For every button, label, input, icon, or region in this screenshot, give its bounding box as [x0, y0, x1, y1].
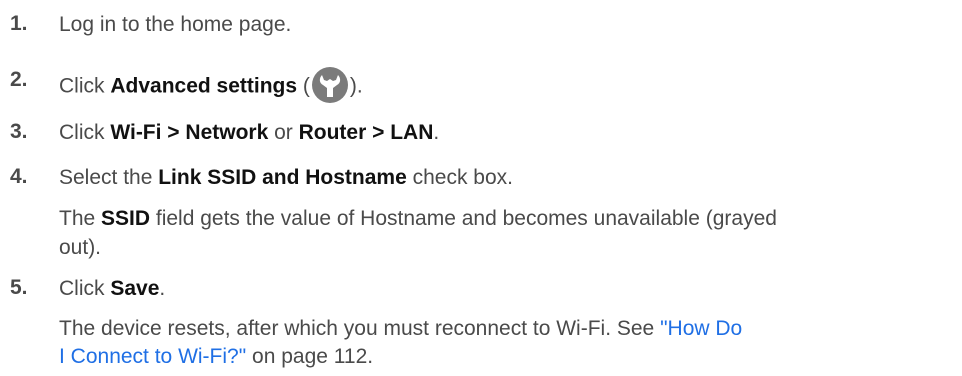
step-text: Select the Link SSID and Hostname check …: [59, 166, 514, 189]
cross-reference-link-continued[interactable]: I Connect to Wi-Fi?": [59, 345, 246, 368]
ui-term-ssid: SSID: [101, 207, 151, 230]
step-note: The device resets, after which you must …: [59, 317, 743, 340]
wrench-icon: [311, 66, 349, 104]
step-text: Click Advanced settings ( ).: [59, 66, 363, 106]
ui-term-router-lan: Router > LAN: [298, 121, 434, 144]
cross-reference-link[interactable]: "How Do: [660, 317, 742, 340]
ui-term-save: Save: [110, 277, 160, 300]
ui-term-advanced-settings: Advanced settings: [110, 74, 298, 98]
step-note-continued: out).: [59, 236, 102, 259]
step-number: 3.: [10, 120, 28, 143]
step-number: 4.: [10, 165, 28, 188]
step-number: 2.: [10, 68, 28, 91]
step-number: 1.: [10, 12, 28, 35]
step-text: Click Wi-Fi > Network or Router > LAN.: [59, 121, 440, 144]
step-number: 5.: [10, 276, 28, 299]
step-text: Log in to the home page.: [59, 13, 292, 36]
ui-term-wifi-network: Wi-Fi > Network: [110, 121, 269, 144]
step-text: Click Save.: [59, 277, 166, 300]
step-note: The SSID field gets the value of Hostnam…: [59, 207, 777, 230]
step-note-continued: I Connect to Wi-Fi?" on page 112.: [59, 345, 374, 368]
ui-term-link-ssid-hostname: Link SSID and Hostname: [158, 166, 407, 189]
